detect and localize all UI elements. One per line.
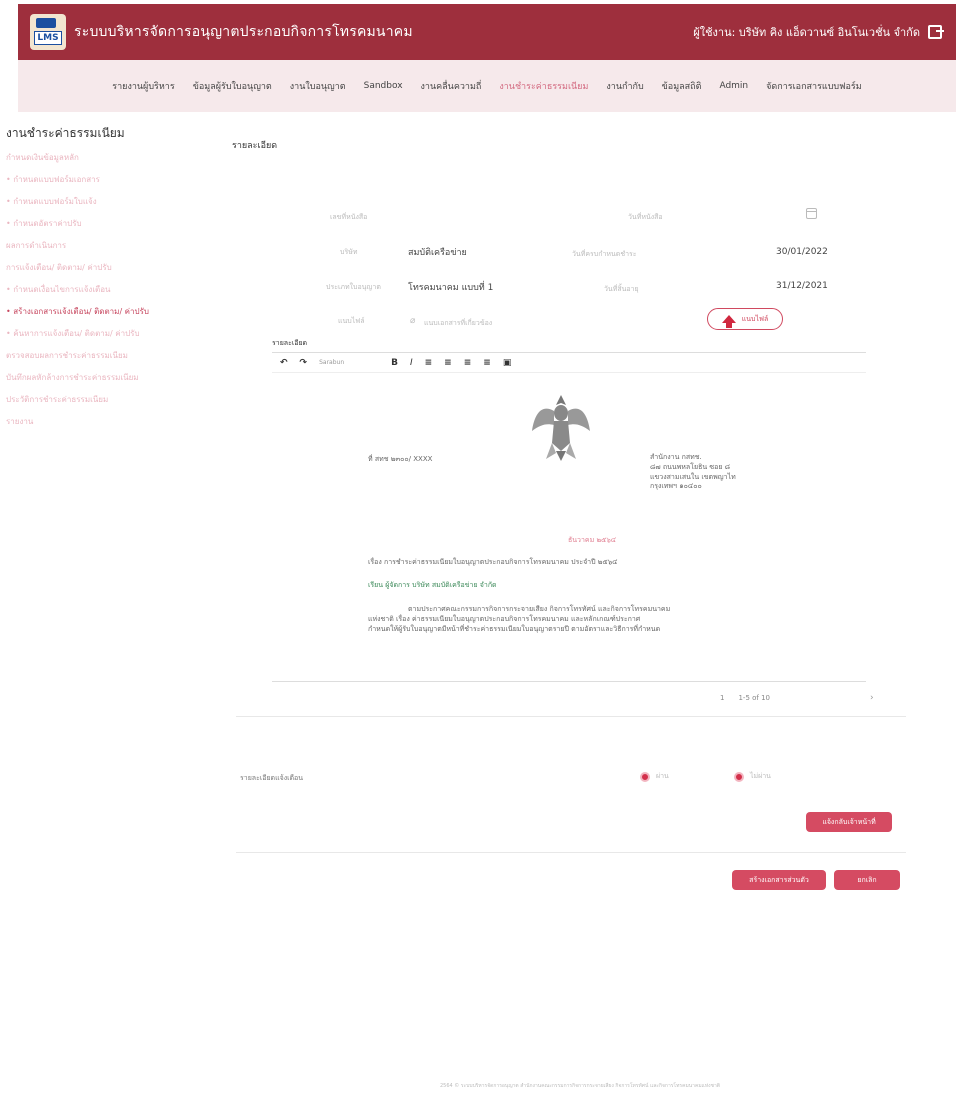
attach-label: แนบไฟล์ (338, 317, 365, 325)
office-line: แขวงสามเสนใน เขตพญาไท (650, 472, 736, 481)
align-right-icon[interactable]: ≡ (464, 358, 472, 368)
garuda-emblem-icon (532, 395, 590, 461)
system-title: ระบบบริหารจัดการอนุญาตประกอบกิจการโทรคมน… (74, 24, 413, 40)
divider (236, 852, 906, 853)
sidebar-title: งานชำระค่าธรรมเนียม (6, 126, 125, 140)
page-range: 1-5 of 10 (738, 694, 771, 702)
upload-button-label: แนบไฟล์ (741, 314, 769, 323)
cancel-button[interactable]: ยกเลิก (834, 870, 900, 890)
redo-icon[interactable]: ↷ (300, 358, 308, 368)
license-type-label: ประเภทใบอนุญาต (326, 283, 381, 291)
nav-item-statistics[interactable]: ข้อมูลสถิติ (662, 79, 702, 93)
user-area: ผู้ใช้งาน: บริษัท คิง แอ็ดวานซ์ อินโนเวช… (693, 23, 944, 41)
nav-item-regulation[interactable]: งานกำกับ (606, 79, 643, 93)
paperclip-icon: ⌀ (410, 316, 416, 326)
office-line: ๘๗ ถนนพหลโยธิน ซอย ๘ (650, 462, 731, 471)
main-nav: รายงานผู้บริหาร ข้อมูลผู้รับใบอนุญาต งาน… (18, 60, 956, 112)
attach-input[interactable]: แนบเอกสารที่เกี่ยวข้อง (424, 318, 492, 329)
nav-item-frequency[interactable]: งานคลื่นความถี่ (421, 79, 482, 93)
sidebar: งานชำระค่าธรรมเนียม กำหนดเงินข้อมูลหลัก … (6, 124, 202, 439)
radio-button[interactable] (734, 771, 744, 782)
doc-subject: เรื่อง การชำระค่าธรรมเนียมใบอนุญาตประกอบ… (368, 558, 618, 566)
nav-item-license[interactable]: งานใบอนุญาต (290, 79, 346, 93)
sidebar-item-record-offset[interactable]: บันทึกผลหักล้างการชำระค่าธรรมเนียม (6, 373, 202, 383)
doc-recipient: เรียน ผู้จัดการ บริษัท สมบัติเครือข่าย จ… (368, 581, 497, 589)
doc-no-label: เลขที่หนังสือ (330, 213, 368, 221)
pagination: 1 1-5 of 10 (720, 694, 770, 702)
page-title: รายละเอียด (232, 141, 278, 151)
sidebar-item-notice-form[interactable]: • กำหนดแบบฟอร์มใบแจ้ง (6, 197, 202, 207)
nav-item-sandbox[interactable]: Sandbox (364, 81, 403, 91)
radio-option-label: ไม่ผ่าน (750, 772, 771, 780)
license-end-label: วันที่สิ้นอายุ (604, 285, 639, 293)
sidebar-item-reports[interactable]: รายงาน (6, 417, 202, 427)
nav-item-fee-payment[interactable]: งานชำระค่าธรรมเนียม (499, 79, 588, 93)
sidebar-item-search-alerts[interactable]: • ค้นหาการแจ้งเตือน/ ติดตาม/ ค่าปรับ (6, 329, 202, 339)
radio-option-pass[interactable]: ผ่าน (640, 771, 669, 782)
radio-group-label: รายละเอียดแจ้งเตือน (240, 774, 304, 782)
chevron-right-icon[interactable]: › (870, 693, 874, 703)
sidebar-item-payment-history[interactable]: ประวัติการชำระค่าธรรมเนียม (6, 395, 202, 405)
nav-item-forms[interactable]: จัดการเอกสารแบบฟอร์ม (766, 79, 862, 93)
sidebar-item-penalty-rate[interactable]: • กำหนดอัตราค่าปรับ (6, 219, 202, 229)
sidebar-item-master-data[interactable]: กำหนดเงินข้อมูลหลัก (6, 153, 202, 163)
sidebar-item-alert-conditions[interactable]: • กำหนดเงื่อนไขการแจ้งเตือน (6, 285, 202, 295)
radio-option-fail[interactable]: ไม่ผ่าน (734, 771, 771, 782)
body-line: แห่งชาติ เรื่อง ค่าธรรมเนียมใบอนุญาตประก… (368, 614, 641, 623)
lms-logo[interactable]: LMS (30, 14, 66, 50)
bold-icon[interactable]: B (391, 358, 398, 368)
doc-number: ที่ สทช ๒๓๐๐/ XXXX (368, 455, 433, 463)
office-address: สำนักงาน กสทช. ๘๗ ถนนพหลโยธิน ซอย ๘ แขวง… (650, 453, 736, 492)
page-select[interactable]: 1 (720, 694, 724, 702)
company-label: บริษัท (340, 248, 358, 256)
logo-text: LMS (34, 31, 62, 45)
editor-label: รายละเอียด (272, 339, 308, 347)
sidebar-item-verify-payment[interactable]: ตรวจสอบผลการชำระค่าธรรมเนียม (6, 351, 202, 361)
logout-icon[interactable] (928, 25, 944, 39)
radio-button[interactable] (640, 771, 650, 782)
app-header: LMS ระบบบริหารจัดการอนุญาตประกอบกิจการโท… (18, 4, 956, 60)
office-line: กรุงเทพฯ ๑๐๔๐๐ (650, 482, 702, 491)
upload-button[interactable]: แนบไฟล์ (707, 308, 783, 330)
logo-mark (36, 18, 56, 28)
body-line: ตามประกาศคณะกรรมการกิจการกระจายเสียง กิจ… (408, 605, 671, 613)
align-left-icon[interactable]: ≡ (425, 358, 433, 368)
sidebar-item-operations[interactable]: ผลการดำเนินการ (6, 241, 202, 251)
nav-item-licensee[interactable]: ข้อมูลผู้รับใบอนุญาต (193, 79, 272, 93)
italic-icon[interactable]: I (410, 358, 413, 368)
align-justify-icon[interactable]: ≡ (483, 358, 491, 368)
doc-body: ตามประกาศคณะกรรมการกิจการกระจายเสียง กิจ… (368, 605, 808, 634)
nav-item-admin[interactable]: Admin (719, 81, 748, 91)
doc-date: ธันวาคม ๒๕๖๔ (568, 536, 617, 544)
calendar-icon[interactable] (806, 208, 817, 219)
divider (236, 716, 906, 717)
user-label: ผู้ใช้งาน: บริษัท คิง แอ็ดวานซ์ อินโนเวช… (693, 26, 920, 39)
due-date-label: วันที่ครบกำหนดชำระ (572, 250, 637, 258)
radio-option-label: ผ่าน (656, 772, 669, 780)
create-document-button[interactable]: สร้างเอกสารส่วนตัว (732, 870, 826, 890)
office-line: สำนักงาน กสทช. (650, 453, 702, 461)
license-end-value: 31/12/2021 (776, 281, 828, 291)
sidebar-item-alerts[interactable]: การแจ้งเตือน/ ติดตาม/ ค่าปรับ (6, 263, 202, 273)
notify-officer-button[interactable]: แจ้งกลับเจ้าหน้าที่ (806, 812, 892, 832)
footer: 2564 © ระบบบริหารจัดการอนุญาต สำนักงานคณ… (439, 1083, 721, 1089)
sidebar-item-create-alert-doc[interactable]: • สร้างเอกสารแจ้งเตือน/ ติดตาม/ ค่าปรับ (6, 307, 202, 317)
due-date-value: 30/01/2022 (776, 247, 828, 257)
image-icon[interactable]: ▣ (503, 358, 512, 368)
upload-icon (721, 315, 736, 328)
editor-toolbar: ↶ ↷ Sarabun B I ≡ ≡ ≡ ≡ ▣ (272, 353, 866, 373)
sidebar-item-doc-form[interactable]: • กำหนดแบบฟอร์มเอกสาร (6, 175, 202, 185)
doc-date-label: วันที่หนังสือ (628, 213, 663, 221)
font-select[interactable]: Sarabun (319, 359, 379, 366)
undo-icon[interactable]: ↶ (280, 358, 288, 368)
rich-text-editor[interactable]: ↶ ↷ Sarabun B I ≡ ≡ ≡ ≡ ▣ ที่ สทช ๒๓๐๐/ … (272, 352, 866, 682)
nav-item-exec-report[interactable]: รายงานผู้บริหาร (112, 79, 174, 93)
align-center-icon[interactable]: ≡ (444, 358, 452, 368)
company-value: สมบัติเครือข่าย (408, 248, 467, 258)
body-line: กำหนดให้ผู้รับใบอนุญาตมีหน้าที่ชำระค่าธร… (368, 624, 661, 633)
license-type-value: โทรคมนาคม แบบที่ 1 (408, 283, 494, 293)
